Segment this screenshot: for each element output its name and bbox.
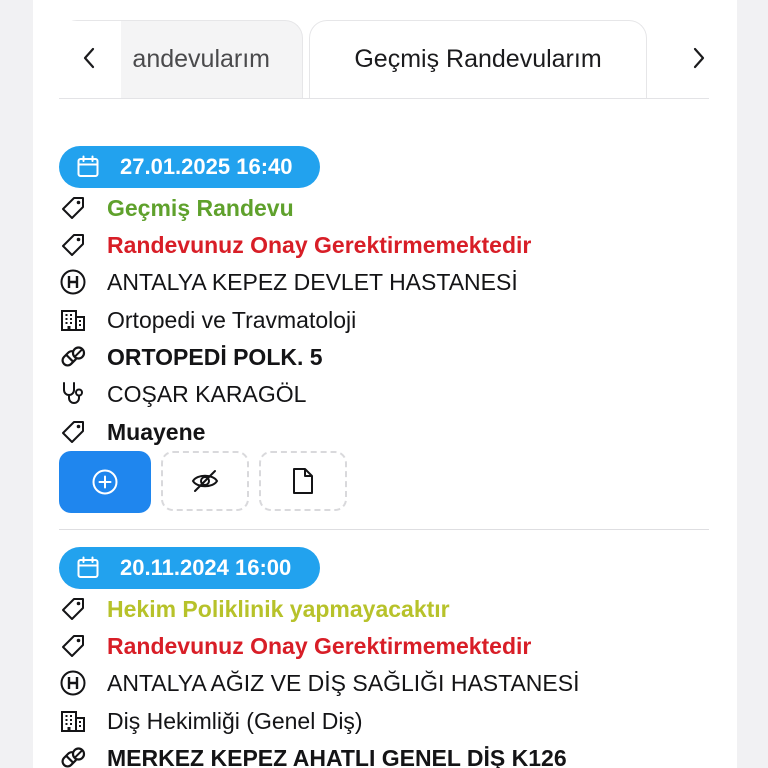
appointment-type-row: Muayene bbox=[59, 414, 205, 450]
appointment-approval: Randevunuz Onay Gerektirmemektedir bbox=[107, 632, 532, 659]
appointment-hospital: ANTALYA KEPEZ DEVLET HASTANESİ bbox=[107, 268, 518, 295]
appointments-page: andevularım Geçmiş Randevularım 27.01.20… bbox=[33, 0, 737, 768]
appointment-datetime: 20.11.2024 16:00 bbox=[120, 555, 292, 580]
appointment-doctor: COŞAR KARAGÖL bbox=[107, 380, 307, 407]
document-icon bbox=[293, 468, 313, 494]
appointment-date-badge: 27.01.2025 16:40 bbox=[59, 146, 320, 188]
pills-icon bbox=[61, 747, 86, 768]
appointment-date-badge: 20.11.2024 16:00 bbox=[59, 547, 320, 589]
chevron-right-icon bbox=[693, 47, 705, 69]
appointment-status-row: Geçmiş Randevu bbox=[59, 190, 294, 226]
appointment-clinic-row: MERKEZ KEPEZ AHATLI GENEL DİŞ K126 bbox=[59, 740, 567, 768]
tag-icon bbox=[62, 598, 84, 620]
building-icon bbox=[61, 711, 85, 732]
appointment-department: Diş Hekimliği (Genel Diş) bbox=[107, 707, 363, 734]
appointment-datetime: 27.01.2025 16:40 bbox=[120, 154, 293, 179]
pills-icon bbox=[61, 346, 86, 367]
appointment-department-row: Ortopedi ve Travmatoloji bbox=[59, 302, 356, 338]
eye-off-icon bbox=[191, 470, 219, 492]
add-button[interactable] bbox=[59, 451, 151, 513]
appointment-department: Ortopedi ve Travmatoloji bbox=[107, 306, 357, 333]
tab-label: Geçmiş Randevularım bbox=[354, 45, 602, 73]
appointment-status: Geçmiş Randevu bbox=[107, 194, 294, 221]
appointment-type: Muayene bbox=[107, 418, 206, 445]
tabs-prev-button[interactable] bbox=[71, 40, 107, 76]
tabs-next-button[interactable] bbox=[681, 40, 717, 76]
tag-icon bbox=[62, 635, 84, 657]
tag-icon bbox=[62, 421, 84, 443]
appointment-hospital: ANTALYA AĞIZ VE DİŞ SAĞLIĞI HASTANESİ bbox=[107, 669, 580, 696]
appointment-approval-row: Randevunuz Onay Gerektirmemektedir bbox=[59, 628, 531, 664]
appointment-hospital-row: ANTALYA KEPEZ DEVLET HASTANESİ bbox=[59, 264, 518, 300]
appointment-department-row: Diş Hekimliği (Genel Diş) bbox=[59, 703, 363, 739]
appointment-clinic: ORTOPEDİ POLK. 5 bbox=[107, 343, 323, 370]
chevron-left-icon bbox=[83, 47, 95, 69]
appointment-approval: Randevunuz Onay Gerektirmemektedir bbox=[107, 231, 532, 258]
card-divider bbox=[59, 529, 709, 530]
tag-icon bbox=[62, 234, 84, 256]
tab-bar: andevularım Geçmiş Randevularım bbox=[59, 0, 709, 99]
tag-icon bbox=[62, 197, 84, 219]
hospital-icon bbox=[60, 269, 86, 295]
stethoscope-icon bbox=[63, 382, 83, 404]
building-icon bbox=[61, 310, 85, 331]
appointment-status-row: Hekim Poliklinik yapmayacaktır bbox=[59, 591, 450, 627]
calendar-icon bbox=[77, 155, 99, 177]
appointment-doctor-row: COŞAR KARAGÖL bbox=[59, 376, 306, 412]
appointment-clinic-row: ORTOPEDİ POLK. 5 bbox=[59, 339, 323, 375]
tab-past-appointments[interactable]: Geçmiş Randevularım bbox=[309, 20, 647, 98]
hospital-icon bbox=[60, 670, 86, 696]
appointment-actions bbox=[59, 451, 357, 513]
appointment-clinic: MERKEZ KEPEZ AHATLI GENEL DİŞ K126 bbox=[107, 744, 567, 768]
document-button[interactable] bbox=[259, 451, 347, 511]
plus-circle-icon bbox=[92, 469, 118, 495]
appointment-approval-row: Randevunuz Onay Gerektirmemektedir bbox=[59, 227, 531, 263]
appointment-status: Hekim Poliklinik yapmayacaktır bbox=[107, 595, 450, 622]
tab-label: andevularım bbox=[132, 45, 270, 73]
appointment-hospital-row: ANTALYA AĞIZ VE DİŞ SAĞLIĞI HASTANESİ bbox=[59, 665, 580, 701]
hide-button[interactable] bbox=[161, 451, 249, 511]
calendar-icon bbox=[77, 556, 99, 578]
